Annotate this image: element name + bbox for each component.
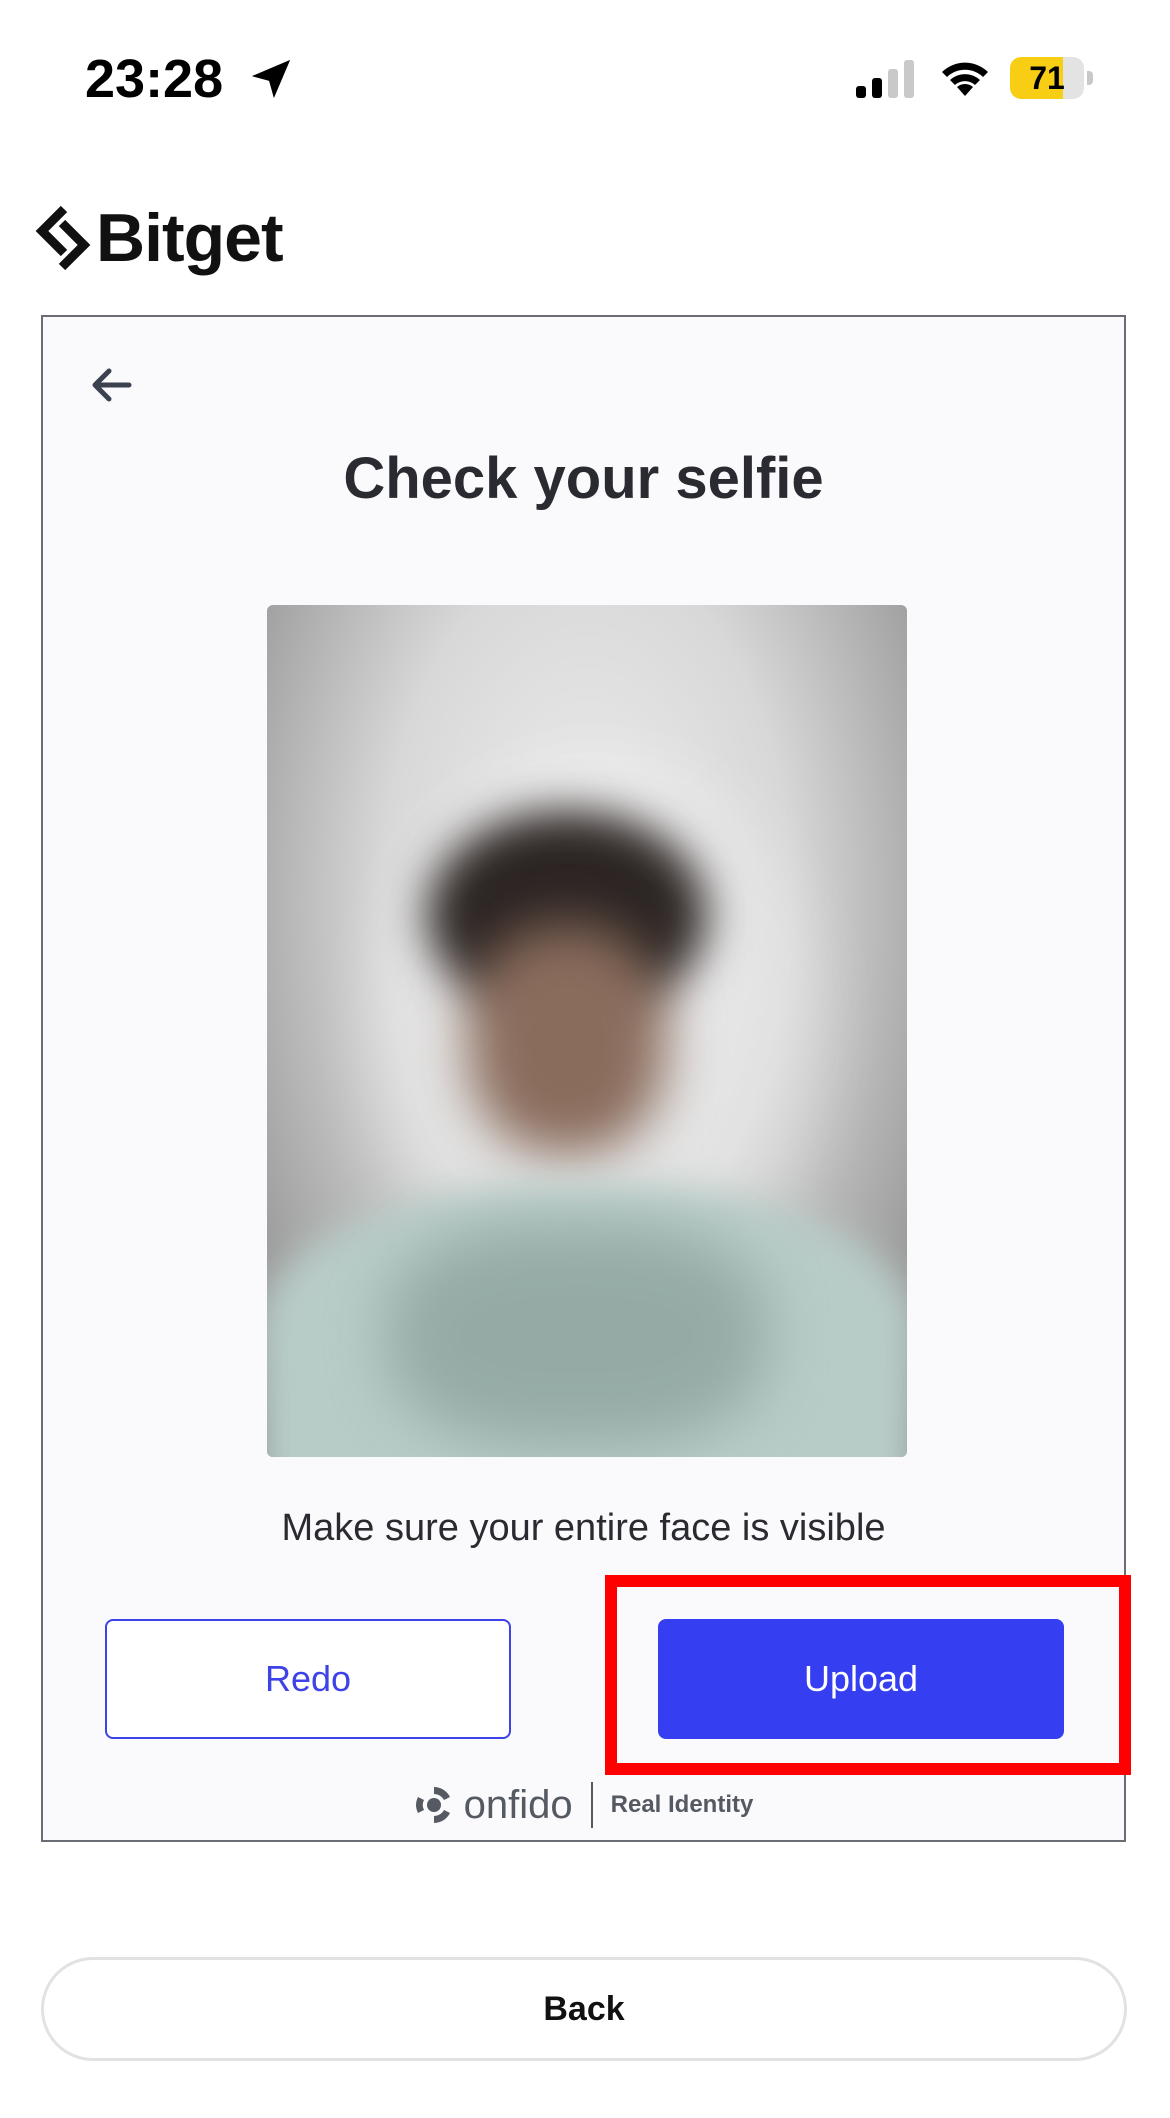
wifi-icon: [942, 62, 988, 96]
onfido-logo-icon: [415, 1787, 450, 1823]
status-time: 23:28: [85, 49, 224, 109]
onfido-powered-by: onfido Real Identity: [43, 1777, 1124, 1833]
page-title: Check your selfie: [343, 446, 824, 511]
cellular-signal-icon: [856, 60, 914, 98]
back-arrow-icon[interactable]: [85, 359, 137, 411]
bitget-logo-icon: [35, 205, 91, 271]
selfie-preview-image: [267, 605, 907, 1457]
redo-button[interactable]: Redo: [105, 1619, 511, 1739]
selfie-hint-text: Make sure your entire face is visible: [281, 1507, 886, 1549]
battery-icon: 71: [1010, 57, 1093, 99]
back-button[interactable]: Back: [41, 1957, 1127, 2061]
verification-card: Check your selfie Make sure your entire …: [41, 315, 1131, 1842]
onfido-wordmark: onfido: [463, 1782, 573, 1827]
upload-highlight-box: [605, 1575, 1131, 1775]
location-arrow-icon: [251, 59, 291, 99]
real-identity-tagline: Real Identity: [610, 1791, 754, 1818]
bitget-logo: Bitget: [34, 198, 284, 278]
status-bar: 23:28 71: [0, 0, 1170, 150]
battery-level: 71: [1029, 60, 1065, 96]
logo-text: Bitget: [96, 200, 284, 276]
divider: [590, 1782, 593, 1828]
